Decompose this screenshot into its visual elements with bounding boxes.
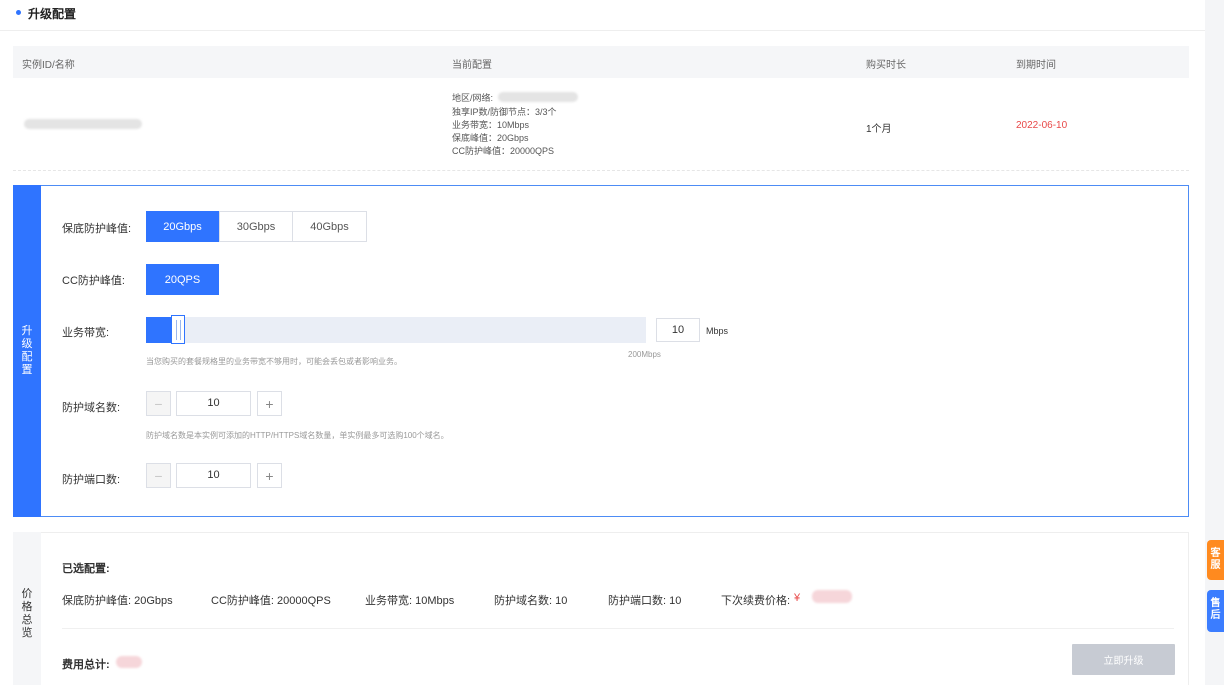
- page-title: 升级配置: [28, 7, 77, 21]
- total-cost-label: 费用总计:: [62, 659, 110, 671]
- config-cc: CC防护峰值：20000QPS: [452, 146, 555, 156]
- upgrade-side-label: 升 级 配 置: [13, 185, 41, 517]
- config-guarantee: 保底峰值：20Gbps: [452, 133, 529, 143]
- side-char: 格: [21, 601, 33, 613]
- tab-char: 客: [1210, 548, 1221, 559]
- config-bandwidth: 业务带宽：10Mbps: [452, 120, 530, 130]
- region-redacted: [498, 92, 578, 102]
- bandwidth-slider-track[interactable]: [146, 317, 646, 343]
- upgrade-now-button[interactable]: 立即升级: [1072, 644, 1175, 675]
- bandwidth-label: 业务带宽:: [62, 327, 110, 339]
- cc-option-20qps[interactable]: 20QPS: [146, 264, 219, 295]
- renewal-price-redacted: [812, 590, 852, 603]
- column-header-duration: 购买时长: [866, 60, 906, 71]
- bandwidth-max-label: 200Mbps: [628, 350, 661, 359]
- bandwidth-slider-handle[interactable]: [171, 315, 185, 344]
- section-dot-icon: [16, 10, 21, 15]
- selected-ports: 防护端口数: 10: [608, 595, 682, 607]
- tab-char: 服: [1210, 560, 1221, 571]
- guarantee-option-20gbps[interactable]: 20Gbps: [146, 211, 219, 242]
- renewal-currency: ¥: [794, 592, 801, 604]
- side-char: 升: [21, 325, 33, 337]
- price-divider: [62, 628, 1174, 629]
- selected-guarantee: 保底防护峰值: 20Gbps: [62, 595, 173, 607]
- config-region: 地区/网络:: [452, 93, 494, 103]
- header-divider: [0, 30, 1205, 31]
- ports-decrement-button[interactable]: −: [146, 463, 171, 488]
- scrollbar-track[interactable]: [1205, 0, 1224, 685]
- side-char: 配: [21, 351, 33, 363]
- purchase-duration: 1个月: [866, 124, 892, 135]
- column-header-expiry: 到期时间: [1016, 60, 1056, 71]
- column-header-config: 当前配置: [452, 60, 492, 71]
- column-header-instance: 实例ID/名称: [22, 60, 75, 71]
- side-char: 览: [21, 627, 33, 639]
- bandwidth-input[interactable]: 10: [656, 318, 700, 342]
- ports-input[interactable]: 10: [176, 463, 251, 488]
- side-char: 总: [21, 614, 33, 626]
- instance-id-redacted: [24, 119, 142, 129]
- bandwidth-slider-fill: [146, 317, 171, 343]
- tab-char: 售: [1210, 598, 1221, 609]
- customer-service-tab[interactable]: 客 服: [1207, 540, 1224, 580]
- expiry-date: 2022-06-10: [1016, 120, 1068, 131]
- domains-hint: 防护域名数是本实例可添加的HTTP/HTTPS域名数量，单实例最多可选购100个…: [146, 431, 449, 440]
- after-sales-tab[interactable]: 售 后: [1207, 590, 1224, 632]
- ports-label: 防护端口数:: [62, 474, 121, 486]
- guarantee-peak-label: 保底防护峰值:: [62, 223, 132, 235]
- domains-input[interactable]: 10: [176, 391, 251, 416]
- guarantee-option-40gbps[interactable]: 40Gbps: [292, 211, 367, 242]
- renewal-price-label: 下次续费价格:: [721, 595, 791, 607]
- selected-domains: 防护域名数: 10: [494, 595, 568, 607]
- selected-config-title: 已选配置:: [62, 563, 110, 575]
- side-char: 级: [21, 338, 33, 350]
- domains-increment-button[interactable]: +: [257, 391, 282, 416]
- table-header: [13, 46, 1189, 78]
- tab-char: 后: [1210, 610, 1221, 621]
- ports-increment-button[interactable]: +: [257, 463, 282, 488]
- guarantee-option-30gbps[interactable]: 30Gbps: [219, 211, 293, 242]
- side-char: 置: [21, 364, 33, 376]
- bandwidth-unit: Mbps: [706, 326, 729, 336]
- price-overview-panel: [13, 532, 1189, 685]
- domains-label: 防护域名数:: [62, 402, 121, 414]
- selected-bandwidth: 业务带宽: 10Mbps: [365, 595, 455, 607]
- cc-peak-label: CC防护峰值:: [62, 275, 125, 287]
- side-char: 价: [21, 588, 33, 600]
- total-cost-redacted: [116, 656, 142, 668]
- domains-decrement-button[interactable]: −: [146, 391, 171, 416]
- selected-cc: CC防护峰值: 20000QPS: [211, 595, 331, 607]
- config-ip: 独享IP数/防御节点：3/3个: [452, 107, 557, 117]
- bandwidth-hint: 当您购买的套餐规格里的业务带宽不够用时，可能会丢包或者影响业务。: [146, 357, 402, 366]
- table-row-divider: [13, 170, 1189, 171]
